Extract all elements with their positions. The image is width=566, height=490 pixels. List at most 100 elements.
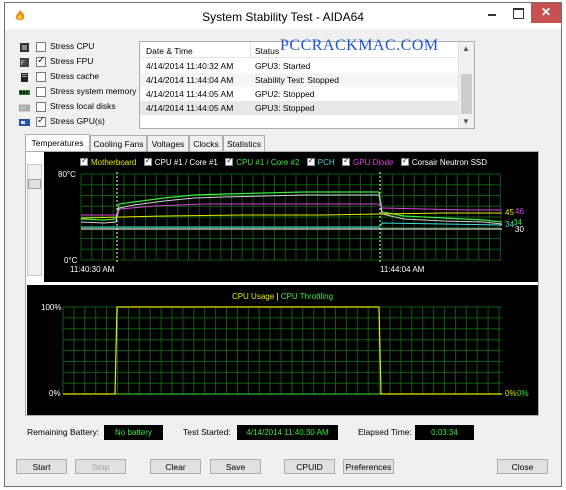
stress-fpu-option[interactable]: F Stress FPU (19, 55, 149, 70)
cpuid-button[interactable]: CPUID (284, 459, 335, 474)
cpu-y-max-label: 100% (41, 303, 62, 312)
legend-label: Corsair Neutron SSD (411, 158, 488, 167)
temperature-graph-canvas (80, 172, 503, 264)
maximize-button[interactable] (505, 3, 531, 23)
stress-gpu-label: Stress GPU(s) (50, 116, 105, 126)
legend-ssd[interactable]: Corsair Neutron SSD (400, 156, 488, 167)
log-date: 4/14/2014 11:44:05 AM (146, 103, 234, 113)
legend-label: GPU Diode (353, 158, 394, 167)
legend-motherboard[interactable]: Motherboard (80, 156, 136, 167)
close-icon: ✕ (540, 5, 552, 19)
log-row[interactable]: 4/14/2014 11:44:05 AM GPU3: Stopped (140, 101, 458, 115)
log-date: 4/14/2014 11:44:05 AM (146, 89, 234, 99)
tab-voltages[interactable]: Voltages (147, 135, 189, 151)
legend-checkbox[interactable] (225, 156, 234, 166)
cpu-throttling-title: CPU Throttling (280, 292, 334, 301)
scroll-thumb[interactable] (461, 74, 472, 114)
disk-icon (19, 104, 30, 112)
cpu-throttling-end-label: 0% (517, 389, 529, 398)
clear-button[interactable]: Clear (150, 459, 201, 474)
temp-x-start-label: 11:40:30 AM (70, 265, 115, 274)
temperature-graph: Motherboard CPU #1 / Core #1 CPU #1 / Co… (44, 152, 538, 282)
legend-checkbox[interactable] (80, 156, 88, 166)
stress-cache-checkbox[interactable] (36, 72, 46, 82)
gpu-icon (19, 119, 30, 126)
close-window-button[interactable]: ✕ (531, 3, 561, 23)
log-header-divider (250, 42, 251, 58)
stress-gpu-checkbox[interactable] (36, 115, 46, 127)
title-bar[interactable]: System Stability Test - AIDA64 ✕ (5, 3, 561, 29)
scroll-up-icon[interactable]: ▲ (462, 44, 470, 53)
log-row[interactable]: 4/14/2014 11:44:04 AM Stability Test: St… (140, 73, 458, 87)
close-button[interactable]: Close (497, 459, 548, 474)
legend-label: CPU #1 / Core #2 (236, 158, 300, 167)
cache-icon (21, 73, 28, 82)
stress-memory-label: Stress system memory (50, 86, 137, 96)
title-separator: | (276, 292, 279, 301)
legend-checkbox[interactable] (306, 156, 315, 166)
graph-zoom-slider-thumb[interactable] (28, 179, 41, 189)
log-date: 4/14/2014 11:40:32 AM (146, 61, 234, 71)
stress-disks-label: Stress local disks (50, 101, 116, 111)
cpu-usage-graph: CPU Usage | CPU Throttling 100% 0% 0% 0% (27, 285, 538, 415)
legend-pch[interactable]: PCH (306, 156, 335, 167)
temp-y-min-label: 0°C (64, 256, 78, 265)
cpu-usage-title: CPU Usage (231, 292, 275, 301)
watermark-text: PCCRACKMAC.COM (280, 37, 439, 54)
legend-cpu-core-2[interactable]: CPU #1 / Core #2 (225, 156, 300, 167)
cpu-usage-graph-canvas (62, 306, 502, 395)
stress-cpu-checkbox[interactable] (36, 42, 46, 52)
elapsed-time-label: Elapsed Time: (358, 427, 412, 437)
temp-x-end-label: 11:44:04 AM (380, 265, 425, 274)
fpu-icon: F (20, 58, 29, 67)
stress-disks-option[interactable]: Stress local disks (19, 101, 149, 115)
scroll-down-icon[interactable]: ▼ (462, 117, 470, 126)
stress-cache-label: Stress cache (50, 71, 100, 81)
memory-icon (19, 90, 30, 95)
stress-memory-checkbox[interactable] (36, 87, 46, 97)
minimize-button[interactable] (479, 3, 505, 23)
cpu-usage-end-label: 0% (505, 389, 517, 398)
save-button[interactable]: Save (210, 459, 261, 474)
elapsed-time-value: 0:03:34 (415, 425, 474, 440)
legend-checkbox[interactable] (400, 156, 409, 166)
log-date: 4/14/2014 11:44:04 AM (146, 75, 234, 85)
tab-cooling-fans[interactable]: Cooling Fans (90, 135, 147, 151)
end-label-gpu-diode: 46 (515, 207, 524, 216)
legend-checkbox[interactable] (143, 156, 152, 166)
stress-gpu-option[interactable]: Stress GPU(s) (19, 115, 149, 130)
temperature-grid (80, 173, 501, 261)
tab-temperatures[interactable]: Temperatures (25, 134, 90, 152)
stress-cpu-label: Stress CPU (50, 41, 95, 51)
log-row[interactable]: 4/14/2014 11:40:32 AM GPU3: Started (140, 59, 458, 73)
temp-y-max-label: 80°C (58, 170, 76, 179)
stress-memory-option[interactable]: Stress system memory (19, 86, 149, 100)
legend-label: PCH (317, 158, 335, 167)
log-header-status[interactable]: Status (255, 46, 279, 56)
log-row[interactable]: 4/14/2014 11:44:05 AM GPU2: Stopped (140, 87, 458, 101)
cpu-usage-grid (62, 306, 502, 394)
series-line-pch (81, 222, 503, 228)
battery-label: Remaining Battery: (27, 427, 100, 437)
svg-text:F: F (21, 61, 25, 67)
log-scrollbar[interactable]: ▲ ▼ (458, 42, 474, 128)
legend-gpu-diode[interactable]: GPU Diode (342, 156, 394, 167)
battery-value: No battery (104, 425, 163, 440)
stress-disks-checkbox[interactable] (36, 102, 46, 112)
stop-button[interactable]: Stop (75, 459, 126, 474)
stress-fpu-checkbox[interactable] (36, 55, 46, 67)
end-label-motherboard: 45 (505, 208, 514, 217)
legend-cpu-core-1[interactable]: CPU #1 / Core #1 (143, 156, 218, 167)
stress-cpu-option[interactable]: Stress CPU (19, 41, 149, 55)
start-button[interactable]: Start (16, 459, 67, 474)
tab-clocks[interactable]: Clocks (189, 135, 223, 151)
preferences-button[interactable]: Preferences (343, 459, 394, 474)
log-status: GPU2: Stopped (255, 89, 315, 99)
temperature-legend: Motherboard CPU #1 / Core #1 CPU #1 / Co… (80, 156, 492, 167)
log-status: GPU3: Stopped (255, 103, 315, 113)
log-header-date[interactable]: Date & Time (146, 46, 193, 56)
legend-checkbox[interactable] (342, 156, 351, 166)
tab-statistics[interactable]: Statistics (223, 135, 265, 151)
stress-cache-option[interactable]: Stress cache (19, 71, 149, 85)
cpu-y-min-label: 0% (49, 389, 61, 398)
